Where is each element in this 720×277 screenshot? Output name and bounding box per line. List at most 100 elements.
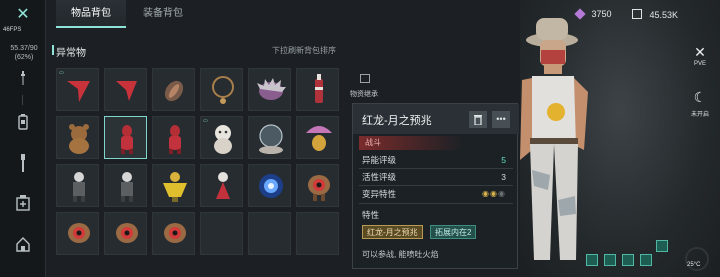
left-rail: ✕ 46FPS 55.37/90 (62%) <box>0 0 46 277</box>
eye-creature-item-icon <box>308 175 330 201</box>
yellow-scarecrow-item-icon <box>163 172 187 202</box>
grey-figure-item-icon <box>73 172 85 202</box>
trait-chip[interactable]: 拓展内在2 <box>430 225 477 239</box>
item-slot[interactable] <box>248 68 291 111</box>
status-effect-icon[interactable] <box>586 254 598 266</box>
feather-stone-item-icon <box>164 80 184 102</box>
capacity-readout: 55.37/90 (62%) <box>2 44 46 62</box>
status-effect-icon[interactable] <box>656 240 668 252</box>
stat-label: 变异特性 <box>362 189 397 199</box>
canister-icon[interactable] <box>13 114 33 134</box>
item-slot[interactable] <box>56 164 99 207</box>
eye-creature-item-icon <box>164 223 186 243</box>
item-slot-selected[interactable] <box>104 116 147 159</box>
character-preview[interactable] <box>520 0 720 277</box>
more-options-button[interactable]: ••• <box>492 111 510 128</box>
tag-icon: ▭ <box>203 118 208 124</box>
item-slot[interactable] <box>56 116 99 159</box>
eye-creature-item-icon <box>68 223 90 243</box>
item-slot[interactable] <box>104 212 147 255</box>
red-bottle-item-icon <box>315 74 323 103</box>
item-slot[interactable] <box>248 164 291 207</box>
row-divider <box>359 203 513 204</box>
item-slot[interactable] <box>152 212 195 255</box>
game-logo-icon[interactable]: ✕ <box>13 5 33 25</box>
capacity-value: 55.37/90 <box>10 45 38 52</box>
coin-count: 45.53K <box>649 10 679 20</box>
supply-crate-icon[interactable] <box>13 195 33 215</box>
item-slot[interactable] <box>104 164 147 207</box>
delete-button[interactable] <box>469 111 487 128</box>
item-slot-empty[interactable] <box>296 212 339 255</box>
mutation-eye-icons: ◉◉◉ <box>482 189 506 198</box>
inventory-tabs: 物品背包 装备背包 <box>46 0 366 28</box>
grey-figure-item-icon <box>121 172 133 202</box>
sort-hint[interactable]: 下拉刷新背包排序 <box>272 45 336 56</box>
inherit-label[interactable]: 物资继承 <box>350 89 378 99</box>
item-slot[interactable] <box>152 68 195 111</box>
coin-icon <box>632 9 642 19</box>
tab-equipment-backpack[interactable]: 装备背包 <box>126 0 200 28</box>
spiky-creature-item-icon <box>257 78 286 100</box>
more-dots-icon: ••• <box>496 114 506 124</box>
item-slot-empty[interactable] <box>248 212 291 255</box>
stat-value: 5 <box>501 155 506 165</box>
gem-count: 3750 <box>591 9 612 19</box>
umbrella-creature-item-icon <box>306 126 332 151</box>
red-wing-item-icon <box>67 81 90 102</box>
section-title: 异常物 <box>56 48 86 59</box>
item-slot[interactable] <box>248 116 291 159</box>
tool-icon[interactable] <box>13 154 33 174</box>
tag-icon: ▭ <box>59 70 64 76</box>
item-slot-empty[interactable] <box>200 212 243 255</box>
fps-counter: 46FPS <box>3 27 45 33</box>
item-slot[interactable] <box>296 164 339 207</box>
item-slot[interactable] <box>296 68 339 111</box>
coin-currency: 45.53K <box>632 9 678 20</box>
item-slot[interactable] <box>152 164 195 207</box>
rail-divider <box>22 95 23 105</box>
temperature-value: 25°C <box>687 262 701 268</box>
stat-row-mutation: 变异特性 ◉◉◉ <box>362 186 512 202</box>
stat-row-activity: 活性评级 3 <box>362 169 512 185</box>
status-effect-icon[interactable] <box>640 254 652 266</box>
section-accent-bar <box>52 45 54 55</box>
item-name: 红龙-月之预兆 <box>362 115 432 127</box>
item-slot[interactable] <box>56 212 99 255</box>
character-model-image <box>520 18 588 260</box>
item-slot[interactable] <box>200 68 243 111</box>
necklace-item-icon <box>212 76 234 104</box>
item-detail-panel: 红龙-月之预兆 ••• 战斗 异能评级 5 活性评级 3 变异特性 ◉◉◉ 特性… <box>352 103 519 269</box>
item-slot[interactable] <box>152 116 195 159</box>
item-slot[interactable] <box>104 68 147 111</box>
stat-value: 3 <box>501 172 506 182</box>
item-description: 可以参战, 能喷吐火焰 <box>362 250 439 259</box>
stat-label: 异能评级 <box>362 155 397 165</box>
category-tag: 战斗 <box>359 136 463 150</box>
status-effect-icon[interactable] <box>622 254 634 266</box>
item-slot[interactable]: ▭ <box>56 68 99 111</box>
red-wing-item-icon <box>116 81 137 101</box>
trait-chip[interactable]: 红龙-月之预兆 <box>362 225 423 239</box>
tab-item-backpack[interactable]: 物品背包 <box>56 0 126 28</box>
energy-orb-item-icon <box>259 174 283 198</box>
plush-doll-item-icon <box>214 125 232 154</box>
red-dragon-item-icon <box>121 125 133 154</box>
crossed-swords-icon[interactable]: ✕ <box>685 44 715 61</box>
item-slot[interactable] <box>296 116 339 159</box>
stat-row-ability: 异能评级 5 <box>362 152 512 168</box>
stat-label: 活性评级 <box>362 172 397 182</box>
wrench-icon[interactable] <box>13 70 33 90</box>
red-dragon-item-icon <box>169 125 181 154</box>
snow-globe-item-icon <box>259 124 283 154</box>
status-effect-icon[interactable] <box>604 254 616 266</box>
night-mode-label: 未开启 <box>690 112 709 118</box>
inherit-icon[interactable] <box>360 74 370 83</box>
dress-doll-item-icon <box>216 172 230 199</box>
item-slot[interactable] <box>200 164 243 207</box>
gem-icon <box>574 8 586 20</box>
moon-icon[interactable]: ☾ <box>685 89 715 106</box>
home-icon[interactable] <box>13 236 33 256</box>
gem-currency: 3750 <box>574 8 612 20</box>
item-slot[interactable]: ▭ <box>200 116 243 159</box>
